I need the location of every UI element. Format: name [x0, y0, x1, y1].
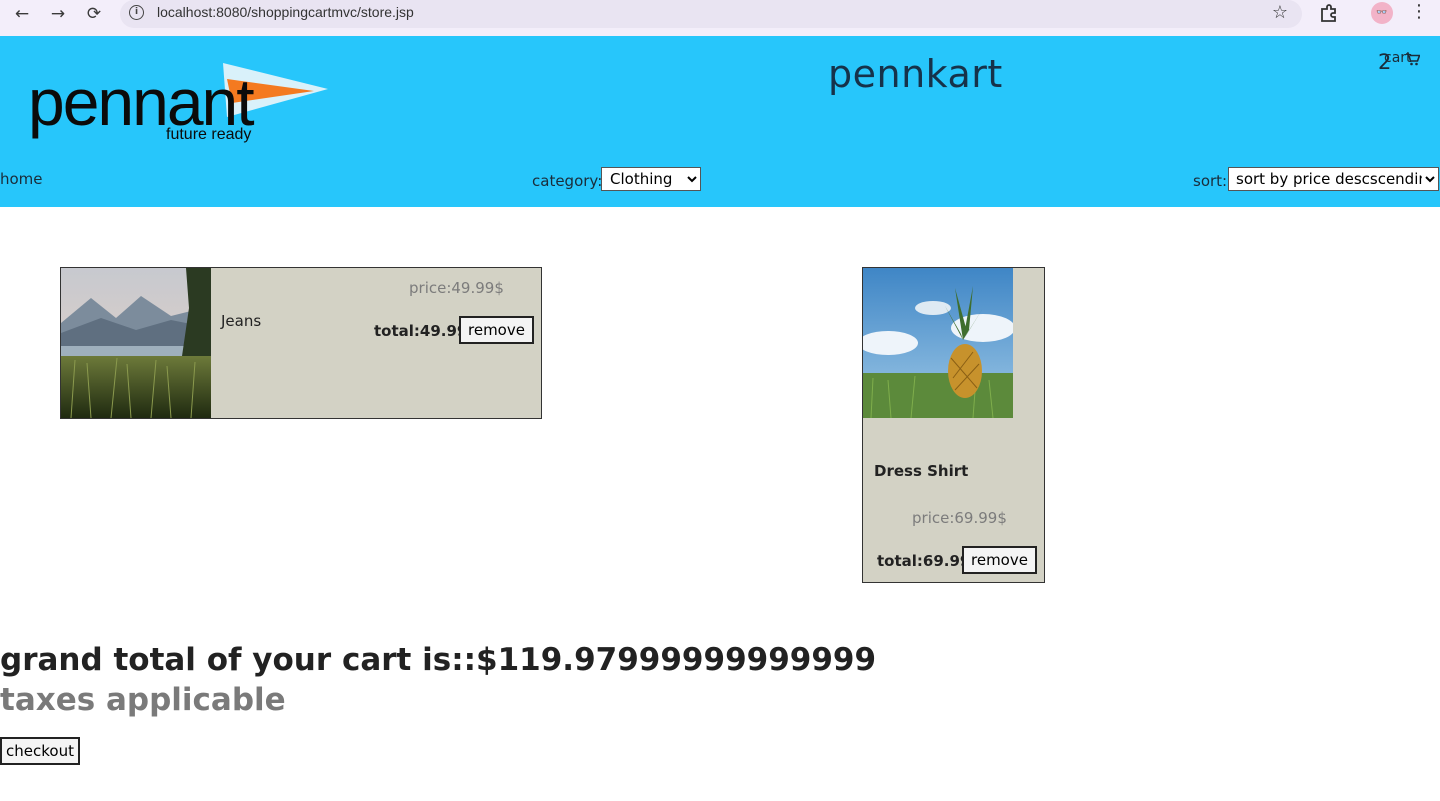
back-icon[interactable]: ← [10, 2, 34, 26]
reload-icon[interactable]: ⟳ [82, 2, 106, 26]
remove-button[interactable]: remove [459, 316, 534, 344]
pennant-logo: pennant future ready [28, 63, 328, 143]
product-price: price:69.99$ [912, 509, 1007, 527]
browser-menu-icon[interactable]: ⋮ [1410, 1, 1428, 22]
svg-text:future ready: future ready [166, 126, 251, 143]
category-select[interactable]: Clothing [601, 167, 701, 191]
grand-total-heading: grand total of your cart is::$119.979999… [0, 642, 877, 678]
sort-label: sort: [1193, 172, 1228, 190]
bookmark-star-icon[interactable]: ☆ [1272, 2, 1288, 23]
checkout-button[interactable]: checkout [0, 737, 80, 765]
taxes-note: taxes applicable [0, 682, 286, 718]
product-name: Dress Shirt [874, 462, 969, 480]
category-label: category: [532, 172, 603, 190]
product-total: total:69.99 [877, 552, 971, 570]
home-link[interactable]: home [0, 170, 43, 188]
site-header: pennant future ready pennkart cart 2 hom… [0, 36, 1440, 207]
product-total: total:49.99 [374, 322, 468, 340]
sort-select[interactable]: sort by price descscending [1228, 167, 1439, 191]
profile-avatar[interactable]: 👓 [1371, 2, 1393, 24]
cart-item-card: Jeans price:49.99$ total:49.99 remove [60, 267, 542, 419]
cart-count-badge: 2 [1378, 50, 1392, 74]
forward-icon[interactable]: → [46, 2, 70, 26]
product-image [863, 268, 1013, 418]
address-bar[interactable]: i localhost:8080/shoppingcartmvc/store.j… [120, 0, 1302, 28]
product-image [61, 268, 211, 418]
extensions-icon[interactable] [1318, 2, 1340, 24]
product-name: Jeans [221, 312, 262, 330]
site-info-icon[interactable]: i [129, 5, 144, 20]
product-price: price:49.99$ [409, 279, 504, 297]
url-text[interactable]: localhost:8080/shoppingcartmvc/store.jsp [157, 4, 414, 20]
remove-button[interactable]: remove [962, 546, 1037, 574]
shopping-cart-icon[interactable] [1406, 53, 1421, 70]
site-title: pennkart [828, 52, 1003, 96]
browser-toolbar: ← → ⟳ i localhost:8080/shoppingcartmvc/s… [0, 0, 1440, 36]
cart-item-card: Dress Shirt price:69.99$ total:69.99 rem… [862, 267, 1045, 583]
